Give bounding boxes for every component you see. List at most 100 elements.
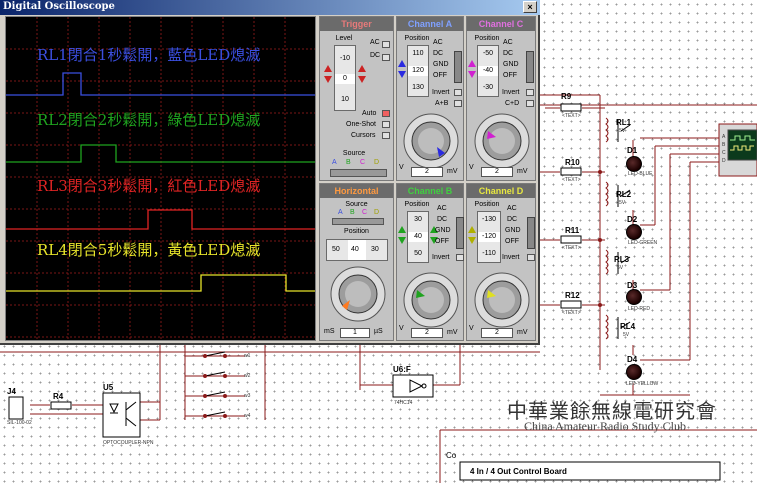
horizontal-scale-knob[interactable] (326, 264, 390, 326)
channel-b-coupling-switch[interactable] (456, 217, 464, 249)
trigger-source-slider[interactable] (330, 169, 387, 177)
window-titlebar[interactable]: Digital Oscilloscope × (0, 0, 540, 15)
horizontal-position-value: 30 (371, 246, 379, 253)
trigger-mode-cursors[interactable]: Cursors (351, 132, 376, 139)
optocoupler-u5-label: U5 (103, 383, 114, 392)
channel-b-coupling-off[interactable]: OFF (435, 238, 449, 245)
trigger-source-a[interactable]: A (332, 159, 337, 166)
scope-pin-b: B (722, 142, 726, 148)
horizontal-source-a[interactable]: A (338, 209, 343, 216)
channel-c-position-selector[interactable]: -50 -40 -30 (477, 45, 499, 97)
relay-rl1-voltage: 5V (619, 128, 626, 134)
channel-c-coupling-ac[interactable]: AC (503, 39, 513, 46)
channel-d-coupling-dc[interactable]: DC (507, 216, 517, 223)
connector-j4-part: SIL-100-02 (7, 420, 32, 426)
resistor-r10-text: <TEXT> (562, 177, 581, 183)
channel-c-position-value: -30 (482, 84, 494, 91)
resistor-r10-label: R10 (565, 158, 580, 167)
resistor-r9-label: R9 (561, 92, 572, 101)
led-d1[interactable] (626, 156, 642, 172)
channel-d-coupling-off[interactable]: OFF (505, 238, 519, 245)
close-button[interactable]: × (523, 1, 537, 13)
channel-a-coupling-off[interactable]: OFF (433, 72, 447, 79)
trigger-coupling-dc[interactable]: DC (370, 52, 380, 59)
horizontal-source-d[interactable]: D (374, 209, 379, 216)
led-d2[interactable] (626, 224, 642, 240)
channel-d-scale-knob[interactable] (470, 270, 534, 332)
trigger-source-b[interactable]: B (346, 159, 351, 166)
channel-d-position-value: -110 (482, 250, 496, 257)
horizontal-scale-value[interactable]: 1 (340, 328, 370, 338)
channel-d-position-label: Position (474, 201, 500, 208)
channel-b-coupling-ac[interactable]: AC (437, 205, 447, 212)
channel-a-scale-value[interactable]: 2 (411, 167, 443, 177)
channel-a-arrows-icon[interactable] (397, 59, 407, 79)
channel-a-coupling-gnd[interactable]: GND (433, 61, 449, 68)
channel-d-scale-unit: mV (517, 329, 528, 336)
channel-a-unit-left: V (399, 164, 404, 171)
trigger-level-arrows-right-icon[interactable] (357, 64, 367, 84)
trigger-source-c[interactable]: C (360, 159, 365, 166)
oscilloscope-window[interactable]: Digital Oscilloscope × RL1閉合1秒鬆開，藍色LED熄滅… (0, 0, 540, 345)
channel-d-scale-value[interactable]: 2 (481, 328, 513, 338)
trigger-level-selector[interactable]: -10 0 10 (334, 45, 356, 111)
channel-b-coupling-gnd[interactable]: GND (435, 227, 451, 234)
channel-c-invert[interactable]: Invert (502, 89, 520, 96)
switch-w1-label: w1 (244, 353, 251, 359)
channel-d-coupling-ac[interactable]: AC (507, 205, 517, 212)
scope-screen[interactable]: RL1閉合1秒鬆開，藍色LED熄滅 RL2閉合2秒鬆開，綠色LED熄滅 RL3閉… (5, 16, 316, 341)
channel-b-arrows-icon[interactable] (397, 225, 407, 245)
channel-c-coupling-gnd[interactable]: GND (503, 61, 519, 68)
trigger-coupling-ac[interactable]: AC (370, 39, 380, 46)
trigger-mode-auto[interactable]: Auto (362, 110, 376, 117)
channel-a-position-selector[interactable]: 110 120 130 (407, 45, 429, 97)
led-d4[interactable] (626, 364, 642, 380)
channel-d-unit-left: V (469, 325, 474, 332)
channel-c-coupling-off[interactable]: OFF (503, 72, 517, 79)
channel-d-coupling-gnd[interactable]: GND (505, 227, 521, 234)
horizontal-source-label: Source (345, 201, 368, 208)
trigger-cursors-button[interactable] (382, 132, 390, 139)
channel-b-scale-knob[interactable] (399, 270, 463, 332)
gate-u6f-label: U6:F (393, 365, 411, 374)
channel-d-arrows-icon[interactable] (467, 225, 477, 245)
channel-b-invert[interactable]: Invert (432, 254, 450, 261)
horizontal-source-b[interactable]: B (350, 209, 355, 216)
resistor-r11-text: <TEXT> (562, 245, 581, 251)
channel-b-coupling-dc[interactable]: DC (437, 216, 447, 223)
channel-a-combine[interactable]: A+B (435, 100, 448, 107)
led-d3[interactable] (626, 289, 642, 305)
channel-a-coupling-dc[interactable]: DC (433, 50, 443, 57)
scope-pin-a: A (722, 134, 726, 140)
channel-a-invert[interactable]: Invert (432, 89, 450, 96)
channel-a-scale-knob[interactable] (399, 111, 463, 173)
resistor-r12-label: R12 (565, 291, 580, 300)
trigger-level-arrows-icon[interactable] (323, 64, 333, 84)
trigger-auto-button[interactable] (382, 110, 390, 117)
horizontal-position-selector[interactable]: 50 40 30 (326, 239, 388, 261)
channel-a-coupling-ac[interactable]: AC (433, 39, 443, 46)
channel-c-coupling-dc[interactable]: DC (503, 50, 513, 57)
horizontal-position-label: Position (344, 228, 369, 235)
channel-b-position-selector[interactable]: 30 40 50 (407, 211, 429, 263)
channel-c-arrows-icon[interactable] (467, 59, 477, 79)
channel-c-scale-value[interactable]: 2 (481, 167, 513, 177)
horizontal-source-slider[interactable] (332, 218, 384, 225)
trigger-source-d[interactable]: D (374, 159, 379, 166)
channel-c-combine[interactable]: C+D (505, 100, 519, 107)
channel-d-invert[interactable]: Invert (502, 254, 520, 261)
channel-b-scale-value[interactable]: 2 (411, 328, 443, 338)
trigger-mode-oneshot[interactable]: One-Shot (346, 121, 376, 128)
trigger-oneshot-button[interactable] (382, 121, 390, 128)
channel-c-coupling-switch[interactable] (526, 51, 534, 83)
channel-d-position-value: -130 (481, 216, 496, 223)
channel-a-coupling-switch[interactable] (454, 51, 462, 83)
watermark-english: China Amateur Radio Study Club (524, 419, 686, 433)
horizontal-source-c[interactable]: C (362, 209, 367, 216)
channel-d-coupling-switch[interactable] (527, 217, 535, 249)
channel-d-position-selector[interactable]: -130 -120 -110 (477, 211, 501, 263)
channel-c-unit-left: V (469, 164, 474, 171)
channel-c-scale-knob[interactable] (470, 111, 534, 173)
trigger-source-label: Source (342, 150, 366, 157)
relay-rl2-voltage: 5V (619, 200, 626, 206)
